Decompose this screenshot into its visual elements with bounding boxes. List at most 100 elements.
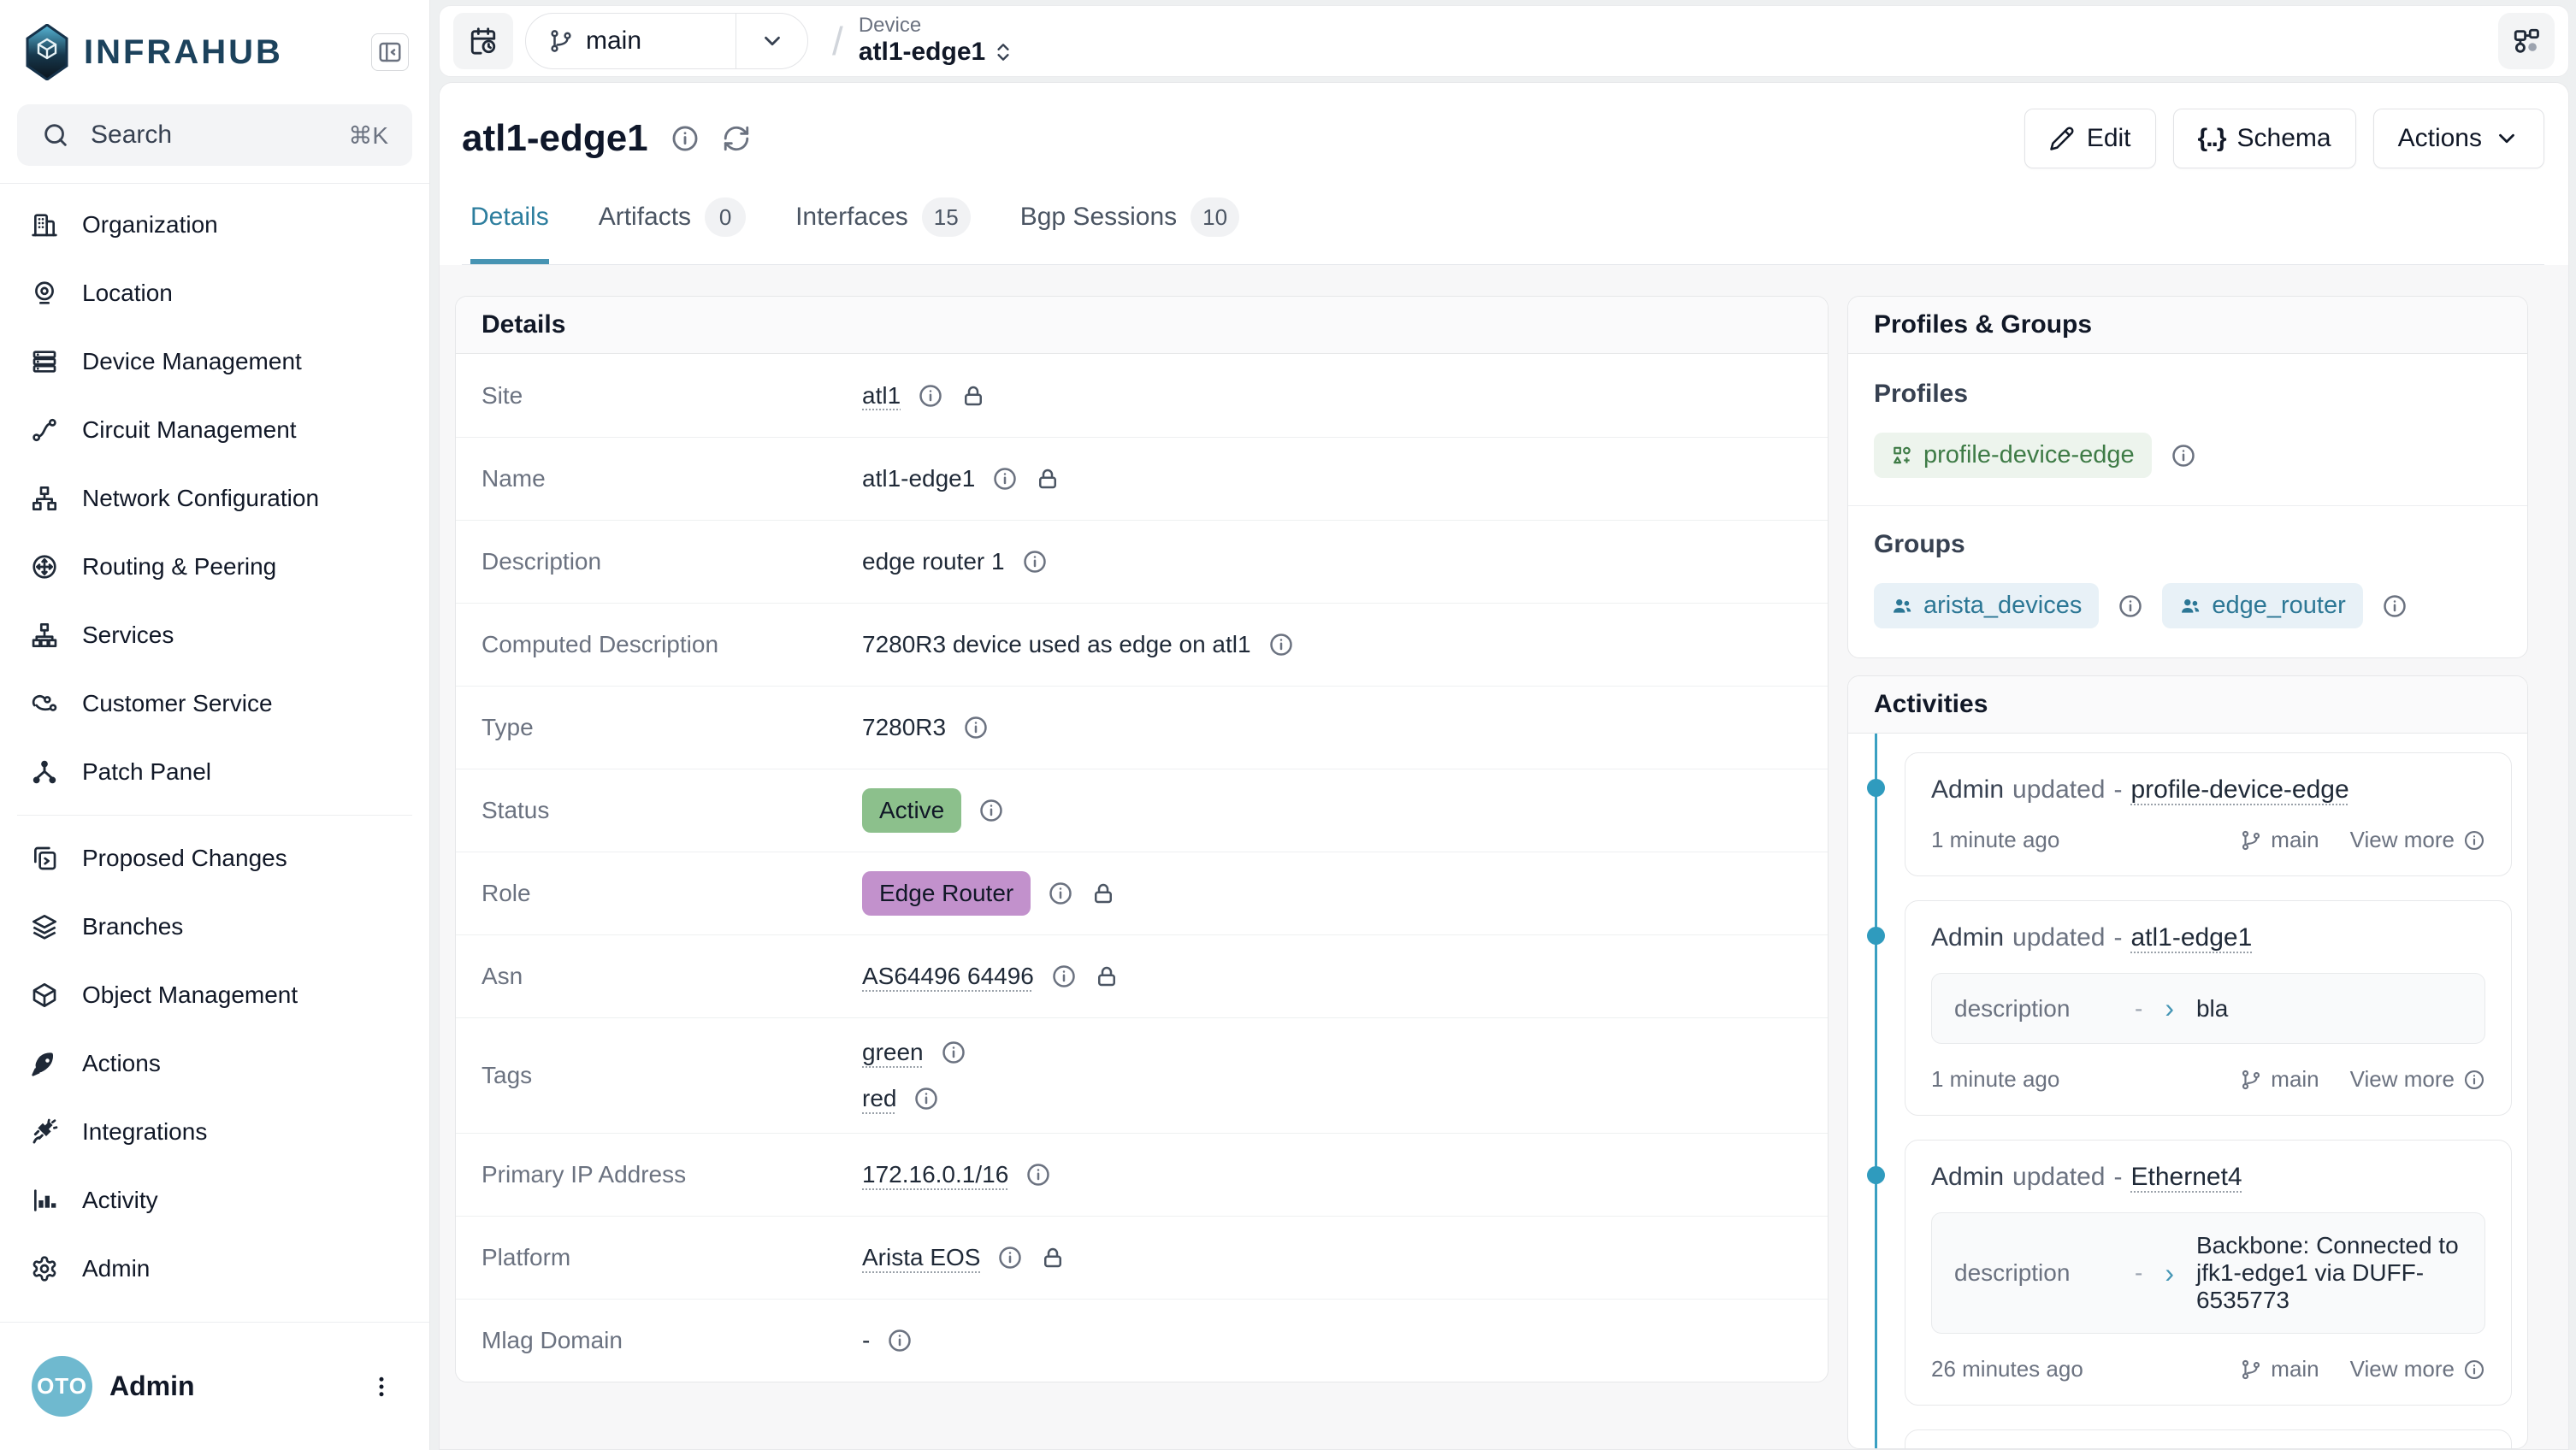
view-more-link[interactable]: View more xyxy=(2350,1356,2485,1382)
right-column: Profiles & Groups Profiles profile-devic… xyxy=(1847,296,2528,1449)
info-icon[interactable] xyxy=(2171,443,2196,469)
actions-button[interactable]: Actions xyxy=(2373,109,2544,168)
sidebar-item-admin[interactable]: Admin xyxy=(14,1235,416,1303)
activities-card: Activities Admin updated - profile-devic… xyxy=(1847,675,2528,1449)
info-icon[interactable] xyxy=(941,1040,966,1065)
platform-link[interactable]: Arista EOS xyxy=(862,1244,980,1271)
info-icon[interactable] xyxy=(2382,593,2408,619)
info-icon[interactable] xyxy=(1025,1162,1051,1188)
info-icon[interactable] xyxy=(913,1086,939,1111)
view-more-link[interactable]: View more xyxy=(2350,827,2485,853)
title-info-icon[interactable] xyxy=(671,124,700,153)
branch-selector: main xyxy=(525,13,808,69)
branch-selector-current[interactable]: main xyxy=(526,14,736,68)
timeline-dot xyxy=(1867,779,1885,797)
detail-row-primary-ip: Primary IP Address 172.16.0.1/16 xyxy=(456,1133,1828,1216)
edit-button[interactable]: Edit xyxy=(2024,109,2156,168)
sidebar-item-label: Actions xyxy=(82,1050,161,1077)
profiles-groups-header: Profiles & Groups xyxy=(1848,297,2527,354)
info-icon[interactable] xyxy=(2118,593,2143,619)
info-icon[interactable] xyxy=(1268,632,1294,657)
branch-selector-dropdown[interactable] xyxy=(736,14,807,68)
tab-interfaces[interactable]: Interfaces 15 xyxy=(795,197,971,264)
diff-field: description xyxy=(1954,1259,2112,1287)
info-icon[interactable] xyxy=(918,383,943,409)
profile-pill[interactable]: profile-device-edge xyxy=(1874,433,2152,478)
info-icon[interactable] xyxy=(997,1245,1023,1270)
rocket-icon xyxy=(31,1050,58,1077)
activity-actor: Admin xyxy=(1931,775,2004,805)
sidebar-item-circuit-management[interactable]: Circuit Management xyxy=(14,396,416,464)
info-icon[interactable] xyxy=(1051,964,1077,989)
lock-icon xyxy=(1094,964,1120,989)
sidebar-item-integrations[interactable]: Integrations xyxy=(14,1098,416,1166)
schema-button[interactable]: {..} Schema xyxy=(2173,109,2356,168)
tab-count-badge: 10 xyxy=(1191,197,1239,237)
avatar: OTO xyxy=(32,1356,92,1417)
info-icon[interactable] xyxy=(1048,881,1073,906)
collapse-sidebar-icon xyxy=(377,39,403,65)
field-label: Name xyxy=(482,465,862,492)
activity-object-link[interactable]: profile-device-edge xyxy=(2131,775,2349,805)
mlag-domain-value: - xyxy=(862,1327,870,1354)
activity-dash: - xyxy=(2114,923,2123,952)
asn-link[interactable]: AS64496 64496 xyxy=(862,963,1034,990)
site-link[interactable]: atl1 xyxy=(862,382,901,410)
time-travel-button[interactable] xyxy=(453,13,513,69)
detail-row-name: Name atl1-edge1 xyxy=(456,437,1828,520)
info-icon[interactable] xyxy=(963,715,989,740)
tab-artifacts[interactable]: Artifacts 0 xyxy=(599,197,746,264)
activity-branch: main xyxy=(2271,1066,2319,1093)
sidebar-item-label: Network Configuration xyxy=(82,485,319,512)
groups-heading: Groups xyxy=(1874,530,2502,559)
search-input[interactable]: Search ⌘K xyxy=(17,104,412,166)
breadcrumb-object-name: atl1-edge1 xyxy=(859,37,985,68)
tag-link[interactable]: red xyxy=(862,1085,896,1112)
diff-new-value: Backbone: Connected to jfk1-edge1 via DU… xyxy=(2196,1232,2462,1314)
sidebar-item-branches[interactable]: Branches xyxy=(14,893,416,961)
group-pill[interactable]: arista_devices xyxy=(1874,583,2099,628)
sidebar-item-network-configuration[interactable]: Network Configuration xyxy=(14,464,416,533)
sidebar-item-proposed-changes[interactable]: Proposed Changes xyxy=(14,824,416,893)
sidebar-item-label: Routing & Peering xyxy=(82,553,276,581)
chevron-down-icon xyxy=(2494,126,2520,151)
user-menu-button[interactable] xyxy=(364,1366,399,1407)
main-area: main / Device atl1-edge1 xyxy=(430,0,2576,1450)
detail-row-computed-description: Computed Description 7280R3 device used … xyxy=(456,603,1828,686)
computed-description-value: 7280R3 device used as edge on atl1 xyxy=(862,631,1251,658)
search-shortcut: ⌘K xyxy=(348,121,388,150)
info-icon[interactable] xyxy=(887,1328,913,1353)
tab-details[interactable]: Details xyxy=(470,197,549,264)
breadcrumb-object-selector[interactable]: atl1-edge1 xyxy=(859,37,1014,68)
activity-object-link[interactable]: Ethernet4 xyxy=(2131,1163,2242,1192)
sidebar-item-activity[interactable]: Activity xyxy=(14,1166,416,1235)
view-more-link[interactable]: View more xyxy=(2350,1066,2485,1093)
sidebar-item-services[interactable]: Services xyxy=(14,601,416,669)
info-icon[interactable] xyxy=(992,466,1018,492)
info-icon[interactable] xyxy=(1022,549,1048,575)
sidebar-item-customer-service[interactable]: Customer Service xyxy=(14,669,416,738)
sidebar-collapse-button[interactable] xyxy=(371,33,409,71)
sidebar-item-location[interactable]: Location xyxy=(14,259,416,327)
sidebar-item-organization[interactable]: Organization xyxy=(14,191,416,259)
location-icon xyxy=(31,280,58,307)
activity-diff: description - › Backbone: Connected to j… xyxy=(1931,1212,2485,1334)
group-pill[interactable]: edge_router xyxy=(2162,583,2362,628)
sidebar-item-routing-peering[interactable]: Routing & Peering xyxy=(14,533,416,601)
tag-link[interactable]: green xyxy=(862,1039,924,1066)
primary-ip-link[interactable]: 172.16.0.1/16 xyxy=(862,1161,1008,1188)
sidebar-item-actions[interactable]: Actions xyxy=(14,1029,416,1098)
info-icon[interactable] xyxy=(978,798,1004,823)
activity-object-link[interactable]: atl1-edge1 xyxy=(2131,923,2253,952)
tab-bgp-sessions[interactable]: Bgp Sessions 10 xyxy=(1020,197,1239,264)
sidebar-item-label: Activity xyxy=(82,1187,158,1214)
search-icon xyxy=(41,121,70,150)
schema-visualizer-button[interactable] xyxy=(2498,13,2555,69)
tab-bar: Details Artifacts 0 Interfaces 15 Bgp Se… xyxy=(462,197,2544,265)
refresh-icon[interactable] xyxy=(722,124,751,153)
sidebar-item-patch-panel[interactable]: Patch Panel xyxy=(14,738,416,806)
tab-count-badge: 0 xyxy=(705,197,746,237)
git-branch-icon xyxy=(2240,829,2262,852)
sidebar-item-object-management[interactable]: Object Management xyxy=(14,961,416,1029)
sidebar-item-device-management[interactable]: Device Management xyxy=(14,327,416,396)
